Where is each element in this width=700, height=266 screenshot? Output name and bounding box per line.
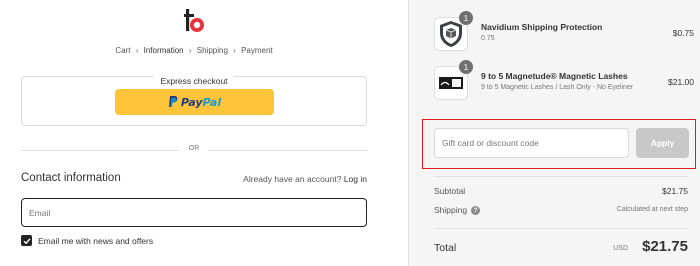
item-price: $0.75: [672, 28, 694, 38]
divider: [434, 176, 688, 177]
subtotal-row: Subtotal $21.75: [434, 186, 688, 196]
checkout-page: Cart › Information › Shipping › Payment …: [0, 0, 700, 266]
checkout-main: Cart › Information › Shipping › Payment …: [0, 0, 408, 266]
total-label: Total: [434, 242, 457, 254]
product-thumbnail: 1: [434, 11, 473, 51]
item-variant: 9 to 5 Magnetic Lashes / Lash Only - No …: [481, 84, 634, 91]
cart-item: 1 9 to 5 Magnetude® Magnetic Lashes 9 to…: [434, 60, 694, 106]
paypal-icon: [168, 96, 178, 107]
apply-discount-button[interactable]: Apply: [636, 128, 689, 158]
currency-code: USD: [613, 245, 628, 252]
store-logo[interactable]: [184, 9, 206, 35]
express-checkout-title: Express checkout: [154, 76, 234, 86]
cart-item: 1 Navidium Shipping Protection 0.75 $0.7…: [434, 11, 694, 57]
breadcrumb-payment: Payment: [241, 46, 273, 55]
item-price: $21.00: [668, 77, 694, 87]
product-thumbnail: 1: [434, 60, 473, 100]
breadcrumb-cart[interactable]: Cart: [115, 46, 130, 55]
divider: [434, 228, 688, 229]
quantity-badge: 1: [459, 11, 473, 25]
express-checkout-section: Express checkout Pay Pal: [21, 76, 367, 126]
newsletter-checkbox[interactable]: [21, 235, 32, 246]
newsletter-option: Email me with news and offers: [21, 235, 153, 246]
order-summary: 1 Navidium Shipping Protection 0.75 $0.7…: [408, 0, 700, 266]
item-name: 9 to 5 Magnetude® Magnetic Lashes: [481, 71, 628, 81]
discount-code-input[interactable]: [434, 128, 629, 158]
discount-section-highlight: Apply: [422, 119, 696, 169]
subtotal-label: Subtotal: [434, 186, 466, 196]
quantity-badge: 1: [459, 60, 473, 74]
help-icon[interactable]: ?: [471, 206, 481, 216]
total-value: $21.75: [642, 238, 688, 255]
chevron-right-icon: ›: [188, 46, 192, 55]
account-prompt: Already have an account? Log in: [243, 174, 367, 184]
newsletter-label[interactable]: Email me with news and offers: [38, 236, 153, 246]
shipping-label: Shipping: [434, 205, 468, 215]
chevron-right-icon: ›: [135, 46, 139, 55]
checkmark-icon: [23, 237, 31, 244]
paypal-text-pal: Pal: [202, 95, 222, 109]
subtotal-value: $21.75: [662, 186, 688, 196]
breadcrumb-shipping: Shipping: [196, 46, 228, 55]
paypal-button[interactable]: Pay Pal: [115, 89, 274, 115]
breadcrumb-information: Information: [143, 46, 184, 55]
email-field[interactable]: [21, 198, 367, 227]
or-divider: OR: [21, 145, 367, 152]
contact-information-heading: Contact information: [21, 172, 121, 184]
breadcrumb: Cart › Information › Shipping › Payment: [0, 46, 388, 55]
paypal-text-pay: Pay: [180, 95, 203, 109]
login-link[interactable]: Log in: [344, 174, 367, 184]
account-question: Already have an account?: [243, 174, 342, 184]
chevron-right-icon: ›: [233, 46, 236, 55]
shipping-value: Calculated at next step: [616, 206, 688, 213]
item-name: Navidium Shipping Protection: [481, 22, 603, 32]
total-row: Total USD $21.75: [434, 238, 688, 258]
shipping-row: Shipping? Calculated at next step: [434, 205, 688, 216]
item-variant: 0.75: [481, 35, 495, 42]
